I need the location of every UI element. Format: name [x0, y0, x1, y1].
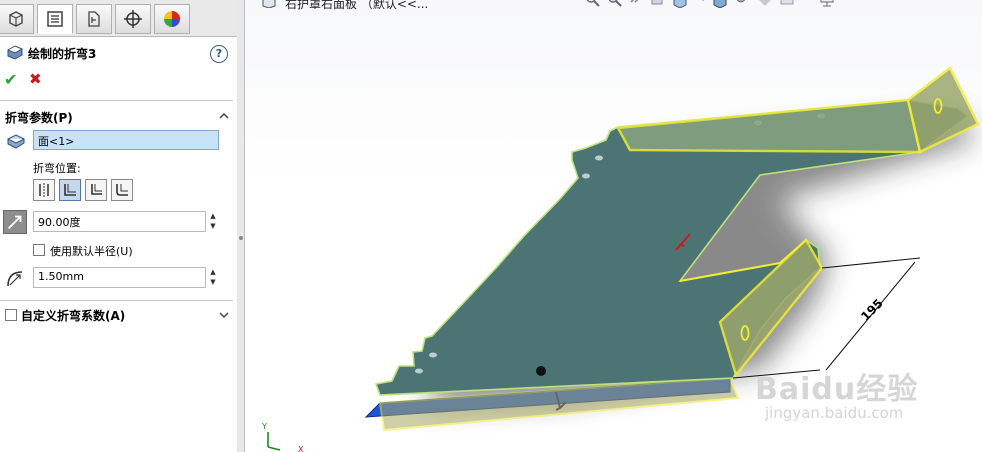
configuration-icon	[88, 11, 100, 27]
bend-position-label: 折弯位置:	[33, 162, 81, 175]
chevron-up-icon[interactable]	[218, 110, 230, 122]
bend-radius-input[interactable]: 1.50mm	[33, 267, 206, 288]
fixed-face-selection[interactable]: 面<1>	[33, 130, 219, 150]
tab-feature-manager[interactable]	[0, 4, 34, 34]
splitter-handle[interactable]	[239, 236, 243, 240]
material-outside-icon	[91, 184, 102, 195]
top-flange[interactable]	[616, 98, 922, 154]
use-default-radius-label[interactable]: 使用默认半径(U)	[50, 243, 133, 259]
hole	[595, 155, 603, 161]
fixed-face-icon	[7, 134, 25, 149]
custom-bend-allowance-title[interactable]: 自定义折弯系数(A)	[21, 307, 125, 324]
bend-angle-input[interactable]: 90.00度	[33, 211, 206, 232]
crosshair-icon	[124, 10, 142, 28]
chevron-down-icon[interactable]	[218, 309, 230, 321]
hole	[429, 352, 437, 358]
help-button[interactable]: ?	[210, 45, 228, 63]
tab-display-manager[interactable]	[154, 4, 190, 34]
bend-point[interactable]	[536, 366, 546, 376]
bend-angle-icon	[3, 210, 27, 234]
axis-triad	[267, 432, 281, 451]
axis-y-label: Y	[261, 422, 267, 431]
hole	[415, 368, 423, 374]
ok-button[interactable]: ✔	[4, 70, 17, 89]
dimension-text[interactable]: 195	[858, 296, 886, 324]
panel-splitter[interactable]	[237, 0, 245, 452]
material-inside-icon	[64, 184, 76, 196]
bend-position-material-outside-button[interactable]	[85, 179, 107, 201]
angle-spinner[interactable]: ▲ ▼	[207, 211, 219, 232]
custom-bend-allowance-checkbox[interactable]	[5, 309, 17, 321]
bend-position-centerline-button[interactable]	[33, 179, 55, 201]
bend-outside-icon	[116, 184, 128, 196]
bend-position-outside-button[interactable]	[111, 179, 133, 201]
axis-x-label: X	[298, 445, 304, 452]
divider	[0, 300, 233, 301]
sketched-bend-icon	[7, 45, 23, 60]
divider	[0, 100, 233, 101]
bend-centerline-icon	[39, 183, 49, 197]
tab-property-manager[interactable]	[37, 4, 73, 34]
bend-position-material-inside-button[interactable]	[59, 179, 81, 201]
property-list-icon	[47, 11, 63, 27]
tab-dimxpert-manager[interactable]	[115, 4, 151, 34]
appearance-pie-icon	[164, 11, 180, 27]
tab-configuration-manager[interactable]	[76, 4, 112, 34]
hole	[582, 173, 590, 179]
graphics-area[interactable]: 右护罩右面板 （默认<<... 195 Y X Baidu经验 jingyan.…	[245, 0, 982, 452]
feature-title: 绘制的折弯3	[28, 47, 97, 61]
radius-spinner[interactable]: ▲ ▼	[207, 267, 219, 288]
watermark-brand: Baidu经验	[755, 372, 919, 407]
cancel-button[interactable]: ✖	[29, 70, 42, 88]
feature-tree-icon	[9, 11, 23, 27]
bend-params-title[interactable]: 折弯参数(P)	[5, 109, 73, 126]
bend-radius-icon	[7, 271, 23, 287]
angle-arrow-icon	[7, 215, 22, 230]
watermark-url: jingyan.baidu.com	[765, 404, 904, 422]
manager-tabs	[0, 0, 237, 37]
property-manager: 绘制的折弯3 ? ✔ ✖ 折弯参数(P) 面<1> 折弯位置: 90.00度 ▲…	[0, 0, 238, 452]
use-default-radius-checkbox[interactable]	[33, 244, 45, 256]
